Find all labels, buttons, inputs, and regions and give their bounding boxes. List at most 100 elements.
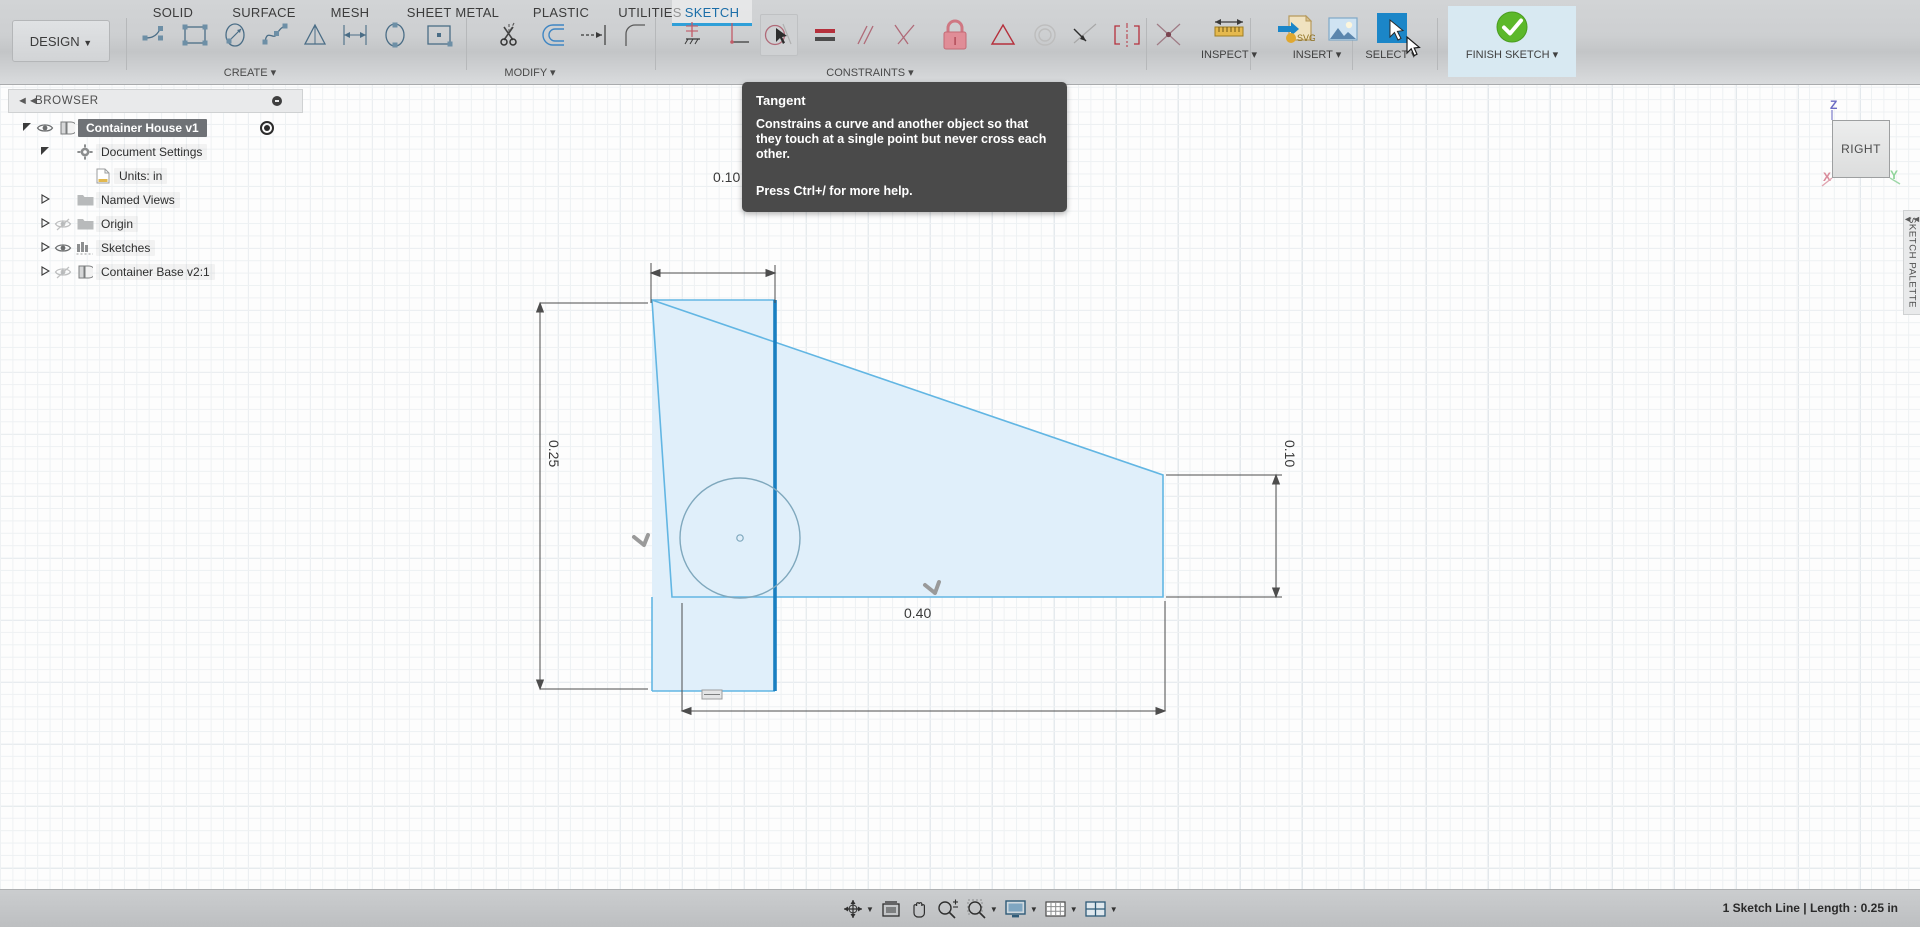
zoom-window-tool[interactable]: ▼: [964, 896, 1000, 922]
modify-panel-label[interactable]: MODIFY ▾: [490, 66, 570, 79]
component-icon: [59, 120, 75, 136]
line-tool[interactable]: [136, 14, 174, 56]
chevron-down-icon[interactable]: ▼: [1110, 905, 1118, 914]
expand-caret-open[interactable]: [38, 146, 52, 158]
component-icon: [56, 120, 78, 136]
browser-item-origin[interactable]: Origin: [8, 212, 308, 236]
visibility-toggle[interactable]: [34, 120, 56, 136]
navigation-toolbar[interactable]: ▼: [840, 895, 1120, 923]
browser-options-icon[interactable]: [272, 96, 282, 106]
equal-constraint[interactable]: [806, 14, 844, 56]
design-workspace-button[interactable]: DESIGN ▼: [12, 20, 110, 62]
dimension-tool[interactable]: [336, 14, 374, 56]
ellipse-tool[interactable]: [376, 14, 414, 56]
visibility-eye-icon[interactable]: [36, 120, 54, 136]
dim-left-height[interactable]: [537, 303, 648, 689]
inspect-measure-tool[interactable]: INSPECT ▾: [1198, 10, 1260, 70]
collinear-constraint[interactable]: [1066, 14, 1104, 56]
viewports-tool[interactable]: ▼: [1082, 896, 1120, 922]
browser-item-document-settings[interactable]: Document Settings: [8, 140, 308, 164]
visibility-eye-icon[interactable]: [54, 240, 72, 256]
chevron-down-icon[interactable]: ▼: [1070, 905, 1078, 914]
dim-left-height-label[interactable]: 0.25: [546, 440, 562, 467]
extend-tool[interactable]: [576, 14, 614, 56]
finish-sketch-button[interactable]: FINISH SKETCH ▾: [1448, 6, 1576, 77]
pan-tool[interactable]: [906, 896, 932, 922]
visibility-toggle[interactable]: [52, 264, 74, 280]
coincident-constraint[interactable]: [984, 14, 1022, 56]
folder-icon: [77, 193, 94, 207]
polygon-tool[interactable]: [296, 14, 334, 56]
view-cube[interactable]: RIGHT Z X Y: [1832, 120, 1890, 178]
circle-tool[interactable]: [216, 14, 254, 56]
rectangle-tool[interactable]: [176, 14, 214, 56]
spline-tool[interactable]: [256, 14, 294, 56]
visibility-eye-icon[interactable]: [54, 216, 72, 232]
point-rectangle-tool[interactable]: [420, 14, 458, 56]
curvature-constraint[interactable]: [1150, 14, 1188, 56]
dim-right-height-label[interactable]: 0.10: [1282, 440, 1298, 467]
browser-item-sketches[interactable]: Sketches: [8, 236, 308, 260]
expand-caret-closed[interactable]: [38, 242, 52, 254]
horizontal-vertical-constraint[interactable]: [680, 14, 718, 56]
view-cube-axes: [1820, 108, 1916, 204]
browser-header: ◄◄ BROWSER: [8, 89, 303, 113]
dim-top-width[interactable]: [651, 263, 775, 303]
dim-right-height[interactable]: [1166, 475, 1282, 597]
look-at-tool[interactable]: [878, 896, 904, 922]
fix-unfix-constraint[interactable]: [936, 14, 974, 56]
finish-sketch-label[interactable]: FINISH SKETCH ▾: [1466, 48, 1558, 61]
expand-caret-closed[interactable]: [38, 218, 52, 230]
insert-image-icon: [1327, 14, 1359, 44]
dim-bottom-width-label[interactable]: 0.40: [904, 605, 931, 621]
zoom-tool[interactable]: [934, 896, 962, 922]
insert-panel-label[interactable]: INSERT ▾: [1293, 48, 1342, 61]
ribbon-separator: [1437, 18, 1438, 70]
finish-sketch-check-icon: [1493, 6, 1531, 48]
symmetry-constraint[interactable]: [1108, 14, 1146, 56]
browser-item-named-views[interactable]: Named Views: [8, 188, 308, 212]
constraints-panel-label[interactable]: CONSTRAINTS ▾: [810, 66, 930, 79]
browser-item-units-in[interactable]: Units: in: [8, 164, 308, 188]
grid-snaps-tool[interactable]: ▼: [1042, 896, 1080, 922]
chevron-down-icon[interactable]: ▼: [866, 905, 874, 914]
offset-tool[interactable]: [536, 14, 574, 56]
horizontal-constraint-badge[interactable]: [702, 690, 722, 699]
ribbon-separator: [466, 18, 467, 70]
dim-top-width-label[interactable]: 0.10: [713, 169, 740, 185]
inspect-panel-label[interactable]: INSPECT ▾: [1201, 48, 1257, 61]
midpoint-constraint[interactable]: [886, 14, 924, 56]
browser-item-label: Units: in: [114, 168, 167, 184]
sketch-palette-tab[interactable]: ◄◄ SKETCH PALETTE: [1903, 210, 1920, 315]
activate-component-radio[interactable]: [260, 121, 274, 135]
expand-caret-closed[interactable]: [38, 266, 52, 278]
visibility-eye-icon[interactable]: [54, 264, 72, 280]
concentric-constraint[interactable]: [1026, 14, 1064, 56]
sketches-icon: [74, 241, 96, 256]
browser-item-label: Document Settings: [96, 144, 207, 160]
chevron-down-icon[interactable]: ▼: [990, 905, 998, 914]
create-panel-label[interactable]: CREATE ▾: [210, 66, 290, 79]
browser-tree[interactable]: Container House v1 Document Settings Units…: [8, 116, 308, 284]
expand-caret-closed[interactable]: [38, 194, 52, 206]
visibility-toggle[interactable]: [52, 216, 74, 232]
chevron-down-icon[interactable]: ▼: [1030, 905, 1038, 914]
fillet-tool[interactable]: [616, 14, 654, 56]
browser-item-container-base-v2-1[interactable]: Container Base v2:1: [8, 260, 308, 284]
insert-panel[interactable]: SVG INSERT ▾: [1262, 10, 1372, 70]
browser-collapse-icon[interactable]: ◄◄: [17, 95, 39, 107]
perpendicular-constraint[interactable]: [720, 14, 758, 56]
parallel-constraint[interactable]: [846, 14, 884, 56]
fusion-360-window: 0.10 0.25 0.10 0.40 RIGHT Z X Y ◄◄ SKETC…: [0, 0, 1920, 927]
browser-item-label: Origin: [96, 216, 138, 232]
expand-caret-open[interactable]: [20, 122, 34, 134]
display-settings-tool[interactable]: ▼: [1002, 896, 1040, 922]
tangent-constraint-glyph-left[interactable]: [634, 535, 648, 545]
orbit-tool[interactable]: ▼: [840, 896, 876, 922]
insert-icons: SVG: [1275, 10, 1359, 48]
trim-tool[interactable]: [496, 14, 534, 56]
tangent-constraint[interactable]: [760, 14, 798, 56]
browser-item-container-house-v1[interactable]: Container House v1: [8, 116, 308, 140]
palette-collapse-icon[interactable]: ◄◄: [1903, 214, 1920, 224]
visibility-toggle[interactable]: [52, 240, 74, 256]
